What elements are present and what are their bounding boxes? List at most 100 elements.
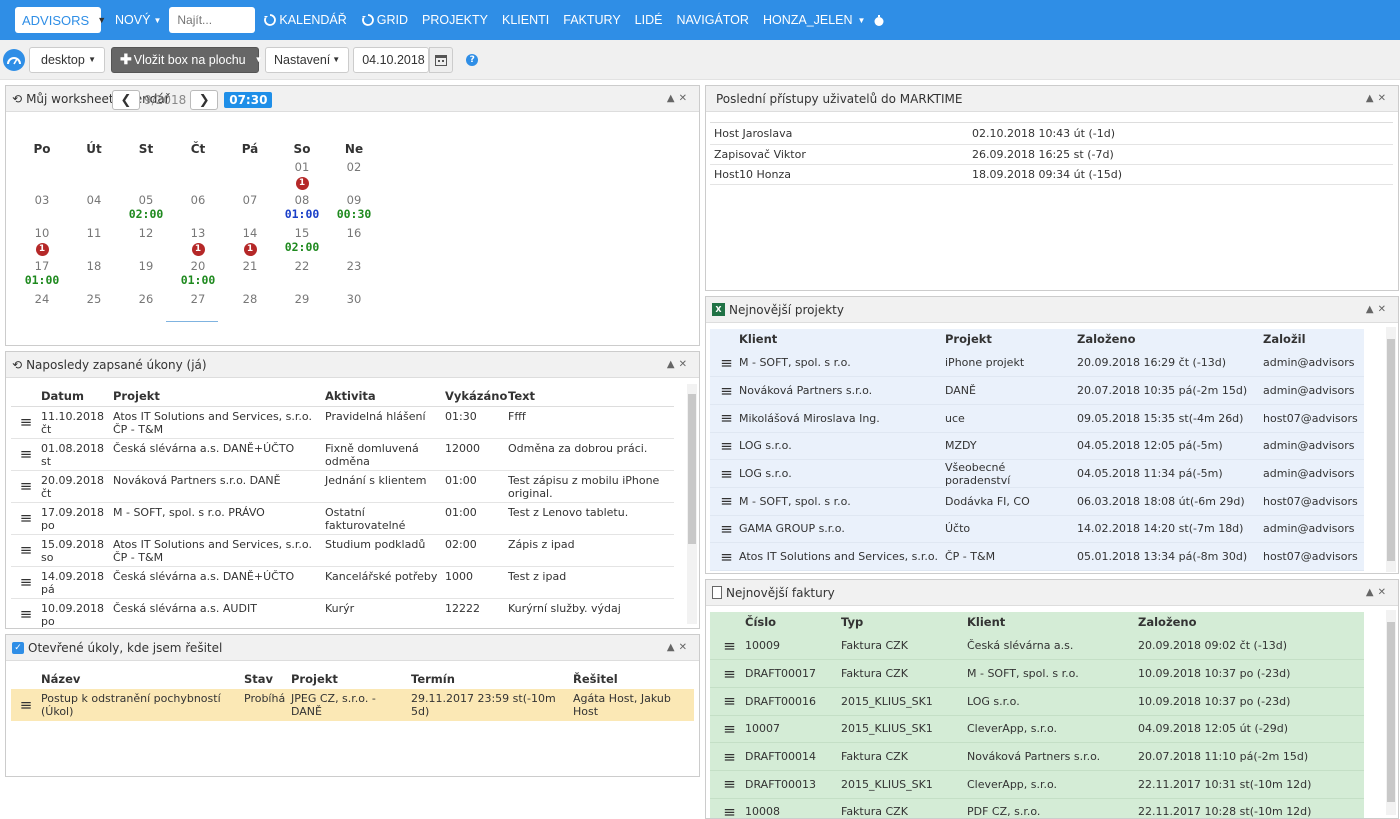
nav-clients[interactable]: KLIENTI [502, 13, 549, 27]
invoice-row[interactable]: ≡ 10009 Faktura CZK Česká slévárna a.s. 20.0… [710, 632, 1364, 660]
calendar-day[interactable]: 30 [328, 292, 380, 306]
header-date[interactable]: Datum [41, 386, 113, 406]
calendar-picker-button[interactable] [429, 46, 454, 73]
header-status[interactable]: Stav [244, 669, 291, 689]
table-row[interactable]: ≡ 10.09.2018 po Česká slévárna a.s. AUDIT K… [11, 598, 674, 628]
calendar-day[interactable]: 22 [276, 259, 328, 273]
calendar-day[interactable]: 19 [120, 259, 172, 273]
projects-header[interactable]: X Nejnovější projekty ▲✕ [706, 297, 1398, 323]
table-row[interactable]: ≡ 14.09.2018 pá Česká slévárna a.s. DANĚ+Ú… [11, 566, 674, 598]
header-created[interactable]: Založeno [1138, 612, 1364, 632]
calendar-day[interactable]: 26 [120, 292, 172, 306]
header-deadline[interactable]: Termín [411, 669, 573, 689]
project-row[interactable]: ≡ GAMA GROUP s.r.o. Účto 14.02.2018 14:20 s… [710, 515, 1364, 543]
calendar-day[interactable]: 14 1 [224, 226, 276, 256]
nav-navigator[interactable]: NAVIGÁTOR [676, 13, 748, 27]
calendar-day[interactable]: 07 [224, 193, 276, 207]
calendar-day[interactable]: 05 02:00 [120, 193, 172, 221]
access-header[interactable]: Poslední přístupy uživatelů do MARKTIME ▲… [706, 86, 1398, 112]
recent-actions-header[interactable]: ⟲ Naposledy zapsané úkony (já) ▲✕ [6, 352, 699, 378]
menu-icon[interactable]: ≡ [710, 432, 739, 460]
panel-controls[interactable]: ▲✕ [667, 642, 691, 653]
project-row[interactable]: ≡ M - SOFT, spol. s r.o. Dodávka FI, CO 06.… [710, 487, 1364, 516]
add-box-button[interactable]: ✚ Vložit box na plochu ▼ [111, 46, 263, 73]
calendar-day[interactable]: 09 00:30 [328, 193, 380, 221]
menu-icon[interactable]: ≡ [710, 798, 745, 818]
calendar-day[interactable]: 20 01:00 [172, 259, 224, 287]
calendar-day[interactable]: 27 [172, 292, 224, 306]
table-row[interactable]: ≡ 17.09.2018 po M - SOFT, spol. s r.o. PRÁ… [11, 502, 674, 534]
header-project[interactable]: Projekt [113, 386, 325, 406]
menu-icon[interactable]: ≡ [710, 515, 739, 543]
menu-icon[interactable]: ≡ [11, 534, 41, 566]
scrollbar[interactable] [687, 384, 697, 624]
date-input[interactable]: 04.10.2018 [353, 46, 430, 73]
task-row[interactable]: ≡ Postup k odstranění pochybností (Úkol) P… [11, 689, 694, 721]
project-row[interactable]: ≡ LOG s.r.o. MZDY 04.05.2018 12:05 pá(-5m) a… [710, 432, 1364, 460]
nav-projects[interactable]: PROJEKTY [422, 13, 488, 27]
invoice-row[interactable]: ≡ DRAFT00016 2015_KLIUS_SK1 LOG s.r.o. 10.09… [710, 687, 1364, 716]
calendar-day[interactable]: 11 [68, 226, 120, 240]
calendar-day[interactable]: 10 1 [16, 226, 68, 256]
header-assignee[interactable]: Řešitel [573, 669, 694, 689]
scrollbar-thumb[interactable] [1387, 622, 1395, 802]
next-month-button[interactable]: ❯ [190, 90, 219, 110]
header-activity[interactable]: Aktivita [325, 386, 445, 406]
calendar-day[interactable]: 15 02:00 [276, 226, 328, 254]
desktop-select[interactable]: desktop ▼ [29, 46, 105, 73]
invoice-row[interactable]: ≡ DRAFT00017 Faktura CZK M - SOFT, spol. s … [710, 660, 1364, 688]
menu-icon[interactable]: ≡ [710, 377, 739, 405]
calendar-day[interactable]: 12 [120, 226, 172, 240]
panel-controls[interactable]: ▲✕ [1366, 93, 1390, 104]
scrollbar[interactable] [1386, 610, 1396, 815]
header-created-by[interactable]: Založil [1263, 329, 1364, 349]
menu-icon[interactable]: ≡ [710, 349, 739, 377]
menu-icon[interactable]: ≡ [710, 660, 745, 688]
menu-icon[interactable]: ≡ [710, 460, 739, 488]
header-number[interactable]: Číslo [745, 612, 841, 632]
panel-controls[interactable]: ▲✕ [667, 359, 691, 370]
prev-month-button[interactable]: ❮ [112, 90, 140, 110]
header-name[interactable]: Název [41, 669, 244, 689]
menu-icon[interactable]: ≡ [710, 487, 739, 515]
panel-controls[interactable]: ▲✕ [1366, 587, 1390, 598]
menu-icon[interactable]: ≡ [11, 438, 41, 470]
calendar-day[interactable]: 24 [16, 292, 68, 306]
calendar-day[interactable]: 04 [68, 193, 120, 207]
nav-people[interactable]: LIDÉ [635, 13, 663, 27]
calendar-day[interactable]: 17 01:00 [16, 259, 68, 287]
menu-icon[interactable]: ≡ [11, 566, 41, 598]
menu-icon[interactable]: ≡ [11, 689, 41, 721]
invoice-row[interactable]: ≡ DRAFT00013 2015_KLIUS_SK1 CleverApp, s.r.… [710, 770, 1364, 799]
nav-grid[interactable]: GRID [361, 13, 408, 27]
search-input[interactable] [169, 7, 256, 33]
menu-icon[interactable]: ≡ [11, 502, 41, 534]
scrollbar[interactable] [1386, 327, 1396, 572]
project-row[interactable]: ≡ M - SOFT, spol. s r.o. iPhone projekt 20.… [710, 349, 1364, 377]
table-row[interactable]: ≡ 11.10.2018 čt Atos IT Solutions and Serv… [11, 406, 674, 438]
user-menu[interactable]: HONZA_JELEN ▼ [763, 13, 866, 27]
project-row[interactable]: ≡ Atos IT Solutions and Services, s.r.o. Č… [710, 543, 1364, 571]
calendar-day[interactable]: 01 1 [276, 160, 328, 190]
calendar-day[interactable]: 06 [172, 193, 224, 207]
calendar-day[interactable]: 08 01:00 [276, 193, 328, 221]
menu-icon[interactable]: ≡ [11, 406, 41, 438]
header-created[interactable]: Založeno [1077, 329, 1263, 349]
table-row[interactable]: ≡ 20.09.2018 čt Nováková Partners s.r.o. D… [11, 470, 674, 502]
access-row[interactable]: Zapisovač Viktor 26.09.2018 16:25 st (-7d… [710, 144, 1393, 164]
project-row[interactable]: ≡ LOG s.r.o. Všeobecné poradenství 04.05.20… [710, 460, 1364, 488]
invoice-row[interactable]: ≡ DRAFT00014 Faktura CZK Nováková Partners … [710, 743, 1364, 771]
project-row[interactable]: ≡ Nováková Partners s.r.o. DANĚ 20.07.2018 … [710, 377, 1364, 405]
header-client[interactable]: Klient [967, 612, 1138, 632]
header-client[interactable]: Klient [739, 329, 945, 349]
access-row[interactable]: Host Jaroslava 02.10.2018 10:43 út (-1d) [710, 124, 1393, 144]
calendar-day[interactable]: 16 [328, 226, 380, 240]
scrollbar-thumb[interactable] [688, 394, 696, 544]
invoice-row[interactable]: ≡ 10008 Faktura CZK PDF CZ, s.r.o. 22.11.201… [710, 798, 1364, 818]
calendar-panel-header[interactable]: ⟲ Můj worksheet kalendář ▲✕ [6, 86, 699, 112]
table-row[interactable]: ≡ 15.09.2018 so Atos IT Solutions and Serv… [11, 534, 674, 566]
panel-controls[interactable]: ▲✕ [1366, 304, 1390, 315]
calendar-day[interactable]: 03 [16, 193, 68, 207]
nav-invoices[interactable]: FAKTURY [563, 13, 620, 27]
tasks-header[interactable]: ✓ Otevřené úkoly, kde jsem řešitel ▲✕ [6, 635, 699, 661]
